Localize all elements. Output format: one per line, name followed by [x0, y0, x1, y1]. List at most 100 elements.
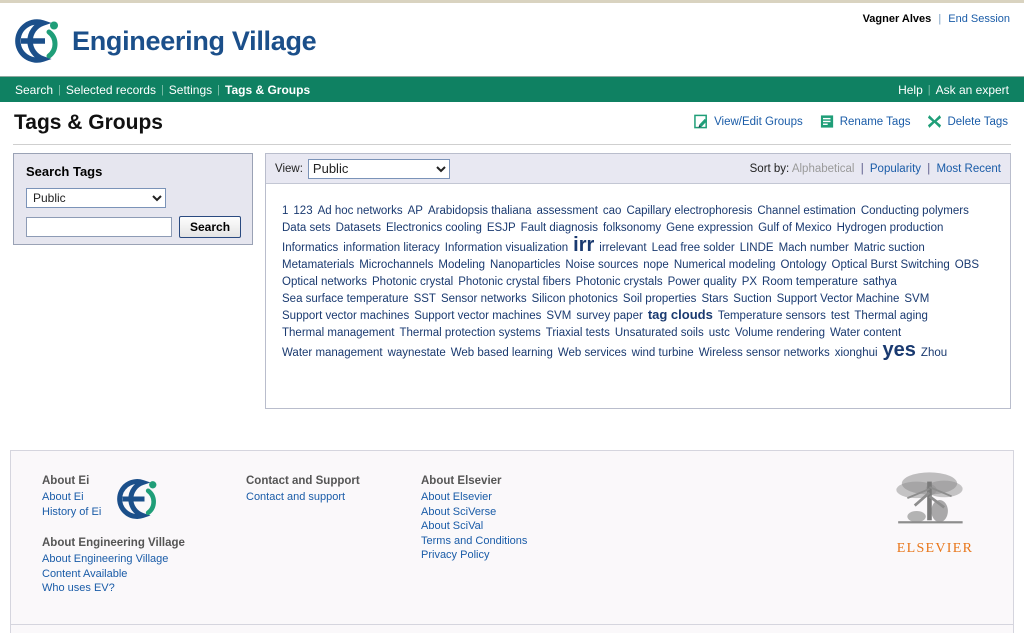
- tag-link[interactable]: survey paper: [576, 308, 642, 324]
- nav-item-help[interactable]: Help: [893, 83, 928, 97]
- tag-link[interactable]: Triaxial tests: [546, 325, 610, 341]
- tag-link[interactable]: Nanoparticles: [490, 257, 560, 273]
- tag-link[interactable]: Metamaterials: [282, 257, 354, 273]
- footer-link[interactable]: About Elsevier: [421, 490, 661, 505]
- footer-link[interactable]: About SciVerse: [421, 505, 661, 520]
- tag-link[interactable]: irr: [573, 235, 594, 255]
- tag-link[interactable]: Wireless sensor networks: [699, 345, 830, 361]
- tag-link[interactable]: Volume rendering: [735, 325, 825, 341]
- tag-link[interactable]: Power quality: [668, 274, 737, 290]
- tag-link[interactable]: Informatics: [282, 240, 338, 256]
- footer-link[interactable]: Terms and Conditions: [421, 534, 661, 549]
- tag-link[interactable]: information literacy: [343, 240, 440, 256]
- tag-link[interactable]: Photonic crystals: [576, 274, 663, 290]
- tag-link[interactable]: Sea surface temperature: [282, 291, 409, 307]
- tag-link[interactable]: Stars: [701, 291, 728, 307]
- tag-link[interactable]: Hydrogen production: [837, 220, 944, 236]
- delete-tags-button[interactable]: Delete Tags: [927, 114, 1008, 129]
- tag-link[interactable]: yes: [883, 340, 916, 360]
- view-edit-groups-button[interactable]: View/Edit Groups: [694, 114, 803, 129]
- tag-link[interactable]: Lead free solder: [652, 240, 735, 256]
- tag-link[interactable]: LINDE: [740, 240, 774, 256]
- sort-option-most-recent[interactable]: Most Recent: [936, 163, 1001, 175]
- tag-link[interactable]: SVM: [546, 308, 571, 324]
- nav-item-settings[interactable]: Settings: [164, 83, 217, 97]
- tag-link[interactable]: Support vector machines: [414, 308, 541, 324]
- tag-link[interactable]: Support Vector Machine: [777, 291, 900, 307]
- tag-link[interactable]: Mach number: [779, 240, 849, 256]
- tag-link[interactable]: nope: [643, 257, 669, 273]
- tag-link[interactable]: xionghui: [835, 345, 878, 361]
- search-button[interactable]: Search: [179, 216, 242, 238]
- end-session-link[interactable]: End Session: [948, 13, 1010, 25]
- tag-link[interactable]: 123: [293, 203, 312, 219]
- nav-item-selected-records[interactable]: Selected records: [61, 83, 161, 97]
- tag-link[interactable]: Capillary electrophoresis: [626, 203, 752, 219]
- tag-link[interactable]: tag clouds: [648, 307, 713, 323]
- footer-link[interactable]: Content Available: [42, 567, 246, 582]
- tag-link[interactable]: Suction: [733, 291, 771, 307]
- tag-link[interactable]: Optical Burst Switching: [832, 257, 950, 273]
- tag-link[interactable]: Ontology: [780, 257, 826, 273]
- tag-link[interactable]: waynestate: [388, 345, 446, 361]
- tag-link[interactable]: ESJP: [487, 220, 516, 236]
- tag-link[interactable]: wind turbine: [632, 345, 694, 361]
- search-scope-select[interactable]: Public: [26, 188, 166, 208]
- tag-link[interactable]: Support vector machines: [282, 308, 409, 324]
- tag-link[interactable]: Conducting polymers: [861, 203, 969, 219]
- tag-link[interactable]: SVM: [904, 291, 929, 307]
- footer-link[interactable]: About SciVal: [421, 519, 661, 534]
- tag-link[interactable]: sathya: [863, 274, 897, 290]
- brand[interactable]: Engineering Village: [14, 17, 317, 65]
- tag-link[interactable]: 1: [282, 203, 288, 219]
- tag-link[interactable]: Microchannels: [359, 257, 433, 273]
- tag-link[interactable]: Room temperature: [762, 274, 858, 290]
- nav-item-tags-and-groups[interactable]: Tags & Groups: [220, 83, 315, 97]
- tag-link[interactable]: Channel estimation: [757, 203, 855, 219]
- search-tags-input[interactable]: [26, 217, 172, 237]
- tag-link[interactable]: Thermal protection systems: [400, 325, 541, 341]
- tag-link[interactable]: Noise sources: [565, 257, 638, 273]
- tag-link[interactable]: Zhou: [921, 345, 947, 361]
- tag-link[interactable]: Unsaturated soils: [615, 325, 704, 341]
- tag-link[interactable]: Gene expression: [666, 220, 753, 236]
- tag-link[interactable]: Datasets: [336, 220, 381, 236]
- tag-link[interactable]: Numerical modeling: [674, 257, 776, 273]
- view-select[interactable]: Public: [307, 158, 450, 179]
- tag-link[interactable]: Web based learning: [451, 345, 553, 361]
- footer-link[interactable]: Privacy Policy: [421, 548, 661, 563]
- tag-link[interactable]: Electronics cooling: [386, 220, 482, 236]
- tag-link[interactable]: Modeling: [438, 257, 485, 273]
- tag-link[interactable]: assessment: [537, 203, 598, 219]
- tag-link[interactable]: Water management: [282, 345, 383, 361]
- sort-option-popularity[interactable]: Popularity: [870, 163, 921, 175]
- nav-item-ask-an-expert[interactable]: Ask an expert: [931, 83, 1014, 97]
- tag-link[interactable]: Silicon photonics: [532, 291, 618, 307]
- tag-link[interactable]: Thermal aging: [854, 308, 928, 324]
- tag-link[interactable]: Data sets: [282, 220, 331, 236]
- tag-link[interactable]: PX: [742, 274, 757, 290]
- nav-item-search[interactable]: Search: [10, 83, 58, 97]
- tag-link[interactable]: irrelevant: [599, 240, 646, 256]
- tag-link[interactable]: Arabidopsis thaliana: [428, 203, 532, 219]
- tag-link[interactable]: Soil properties: [623, 291, 697, 307]
- tag-link[interactable]: AP: [408, 203, 423, 219]
- tag-link[interactable]: Optical networks: [282, 274, 367, 290]
- tag-link[interactable]: Photonic crystal fibers: [458, 274, 571, 290]
- tag-link[interactable]: Information visualization: [445, 240, 568, 256]
- tag-link[interactable]: Matric suction: [854, 240, 925, 256]
- tag-link[interactable]: Sensor networks: [441, 291, 527, 307]
- footer-link[interactable]: Contact and support: [246, 490, 421, 505]
- rename-tags-button[interactable]: Rename Tags: [820, 114, 910, 129]
- tag-link[interactable]: cao: [603, 203, 622, 219]
- tag-link[interactable]: Photonic crystal: [372, 274, 453, 290]
- tag-link[interactable]: Ad hoc networks: [318, 203, 403, 219]
- tag-link[interactable]: OBS: [955, 257, 979, 273]
- footer-link[interactable]: Who uses EV?: [42, 581, 246, 596]
- footer-link[interactable]: About Engineering Village: [42, 552, 246, 567]
- tag-link[interactable]: SST: [414, 291, 436, 307]
- tag-link[interactable]: test: [831, 308, 850, 324]
- tag-link[interactable]: Gulf of Mexico: [758, 220, 832, 236]
- tag-link[interactable]: ustc: [709, 325, 730, 341]
- tag-link[interactable]: Thermal management: [282, 325, 395, 341]
